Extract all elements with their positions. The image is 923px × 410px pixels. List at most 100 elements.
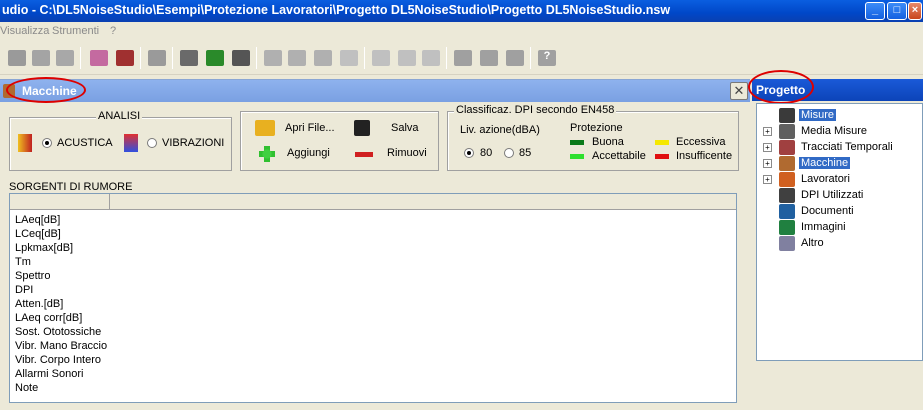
add-icon[interactable] [259, 146, 275, 162]
menu-help[interactable]: ? [110, 25, 116, 37]
expand-icon[interactable]: + [763, 127, 772, 136]
buona-label: Buona [592, 136, 624, 148]
grid-row-label: Atten.[dB] [15, 298, 64, 310]
image-icon [779, 220, 795, 235]
tool-3-icon[interactable] [56, 50, 74, 66]
menu-visualizza[interactable]: Visualizza [0, 25, 49, 37]
liv-85-label[interactable]: 85 [519, 147, 531, 159]
pointer-icon[interactable] [340, 50, 358, 66]
tool-13-icon[interactable] [506, 50, 524, 66]
grid-row-label: Vibr. Mano Braccio [15, 340, 108, 352]
tree-item-label[interactable]: Lavoratori [799, 173, 852, 185]
tree-item-label[interactable]: Documenti [799, 205, 856, 217]
grid-row-label: Allarmi Sonori [15, 368, 84, 380]
acustica-label[interactable]: ACUSTICA [57, 137, 113, 149]
grid-row-label: Spettro [15, 270, 51, 282]
macchine-close-button[interactable]: ✕ [730, 82, 748, 100]
actions-group: Apri File... Salva Aggiungi Rimuovi [240, 111, 439, 171]
document-icon [779, 204, 795, 219]
sorgenti-grid[interactable]: LAeq[dB] LCeq[dB] Lpkmax[dB] Tm Spettro DPI At… [9, 193, 737, 403]
tool-11-icon[interactable] [454, 50, 472, 66]
expand-icon[interactable]: + [763, 143, 772, 152]
acustica-icon [18, 134, 32, 152]
machine-icon [3, 84, 15, 98]
rimuovi-button[interactable]: Rimuovi [387, 147, 427, 159]
print-icon[interactable] [232, 50, 250, 66]
menu-strumenti[interactable]: Strumenti [52, 25, 99, 37]
progetto-tree[interactable]: Misure + Media Misure + Tracciati Temporali +… [756, 103, 923, 361]
vibrazioni-label[interactable]: VIBRAZIONI [162, 137, 224, 149]
tool-calc-icon[interactable] [116, 50, 134, 66]
eccessiva-swatch [655, 140, 669, 145]
tree-item-label[interactable]: Tracciati Temporali [799, 141, 895, 153]
aggiungi-button[interactable]: Aggiungi [287, 147, 330, 159]
grid-row-label: LAeq[dB] [15, 214, 61, 226]
liv-80-label[interactable]: 80 [480, 147, 492, 159]
window-title: udio - C:\DL5NoiseStudio\Esempi\Protezio… [2, 3, 671, 17]
tree-item-label[interactable]: Altro [799, 237, 826, 249]
protezione-label: Protezione [570, 122, 623, 134]
grid-row-label: Note [15, 382, 39, 394]
buona-swatch [570, 140, 584, 145]
graph-icon [779, 140, 795, 155]
grid-rows: LAeq[dB] LCeq[dB] Lpkmax[dB] Tm Spettro DPI At… [15, 213, 107, 395]
open-folder-icon[interactable] [255, 120, 275, 136]
worker-icon [779, 172, 795, 187]
menu-bar: Visualizza Strumenti ? [0, 22, 923, 41]
acustica-radio[interactable] [42, 138, 52, 148]
grid-row-label: DPI [15, 284, 34, 296]
tool-5-icon[interactable] [264, 50, 282, 66]
grid-row-label: Sost. Ototossiche [15, 326, 102, 338]
tool-9-icon[interactable] [398, 50, 416, 66]
grid-row-label: LAeq corr[dB] [15, 312, 83, 324]
toolbar: ? [0, 41, 923, 75]
remove-icon[interactable] [355, 152, 373, 157]
liv-85-radio[interactable] [504, 148, 514, 158]
save-icon[interactable] [354, 120, 370, 136]
accettabile-label: Accettabile [592, 150, 646, 162]
tree-item-label[interactable]: DPI Utilizzati [799, 189, 865, 201]
accettabile-swatch [570, 154, 584, 159]
apri-file-button[interactable]: Apri File... [285, 122, 335, 134]
expand-icon[interactable]: + [763, 159, 772, 168]
tree-item-label[interactable]: Macchine [799, 157, 851, 169]
grid-row-label: Vibr. Corpo Intero [15, 354, 102, 366]
tool-8-icon[interactable] [372, 50, 390, 66]
liv-80-radio[interactable] [464, 148, 474, 158]
tool-12-icon[interactable] [480, 50, 498, 66]
sorgenti-label: SORGENTI DI RUMORE [9, 181, 133, 193]
tool-1-icon[interactable] [8, 50, 26, 66]
vibrazioni-radio[interactable] [147, 138, 157, 148]
tree-item-label[interactable]: Media Misure [799, 125, 869, 137]
other-icon [779, 236, 795, 251]
tree-item-label[interactable]: Immagini [799, 221, 848, 233]
tool-2-icon[interactable] [32, 50, 50, 66]
tool-6-icon[interactable] [288, 50, 306, 66]
tool-7-icon[interactable] [314, 50, 332, 66]
excel-icon[interactable] [206, 50, 224, 66]
maximize-button[interactable]: □ [887, 2, 907, 20]
grid-header [10, 194, 736, 210]
copy-icon[interactable] [180, 50, 198, 66]
tool-10-icon[interactable] [422, 50, 440, 66]
macchine-titlebar: Macchine ✕ [0, 80, 750, 102]
grid-header-col-1[interactable] [10, 194, 110, 210]
dpi-group-label: Classificaz. DPI secondo EN458 [454, 104, 617, 116]
macchine-window: Macchine ✕ ANALISI ACUSTICA VIBRAZIONI A… [0, 77, 750, 410]
salva-button[interactable]: Salva [391, 122, 419, 134]
earmuff-icon [779, 188, 795, 203]
close-button[interactable]: × [908, 2, 922, 20]
vibrazioni-icon [124, 134, 138, 152]
eccessiva-label: Eccessiva [676, 136, 726, 148]
tree-item-label[interactable]: Misure [799, 109, 837, 121]
minimize-button[interactable]: _ [865, 2, 885, 20]
grid-icon [779, 124, 795, 139]
insufficente-label: Insufficente [676, 150, 733, 162]
expand-icon[interactable]: + [763, 175, 772, 184]
window-titlebar: udio - C:\DL5NoiseStudio\Esempi\Protezio… [0, 0, 923, 22]
tool-report-icon[interactable] [90, 50, 108, 66]
analisi-group: ANALISI ACUSTICA VIBRAZIONI [9, 110, 232, 171]
help-icon[interactable]: ? [538, 50, 556, 66]
tool-4-icon[interactable] [148, 50, 166, 66]
analisi-label: ANALISI [96, 110, 143, 122]
